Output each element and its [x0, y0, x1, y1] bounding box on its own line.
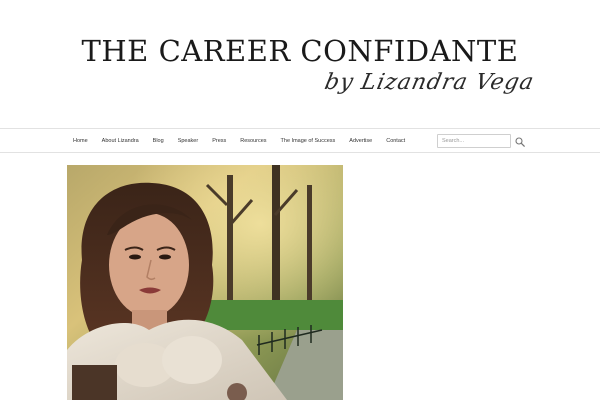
page: THE CAREER CONFIDANTE by Lizandra Vega H… — [0, 0, 600, 400]
nav-item-resources[interactable]: Resources — [233, 138, 273, 144]
nav-item-image-of-success[interactable]: The Image of Success — [274, 138, 343, 144]
nav-item-contact[interactable]: Contact — [379, 138, 412, 144]
hero-photo — [67, 165, 343, 400]
nav-item-advertise[interactable]: Advertise — [342, 138, 379, 144]
nav-item-press[interactable]: Press — [205, 138, 233, 144]
nav-menu: Home About Lizandra Blog Speaker Press R… — [66, 129, 412, 152]
main-navigation: Home About Lizandra Blog Speaker Press R… — [0, 128, 600, 153]
search-icon[interactable] — [515, 137, 525, 147]
site-header: THE CAREER CONFIDANTE by Lizandra Vega — [0, 0, 600, 128]
site-title[interactable]: THE CAREER CONFIDANTE — [0, 34, 600, 68]
site-tagline: by Lizandra Vega — [322, 70, 537, 95]
nav-item-speaker[interactable]: Speaker — [171, 138, 206, 144]
nav-item-blog[interactable]: Blog — [146, 138, 171, 144]
nav-item-home[interactable]: Home — [66, 138, 95, 144]
nav-item-about-lizandra[interactable]: About Lizandra — [95, 138, 146, 144]
search-input[interactable] — [437, 134, 511, 148]
portrait-photo — [67, 165, 343, 400]
